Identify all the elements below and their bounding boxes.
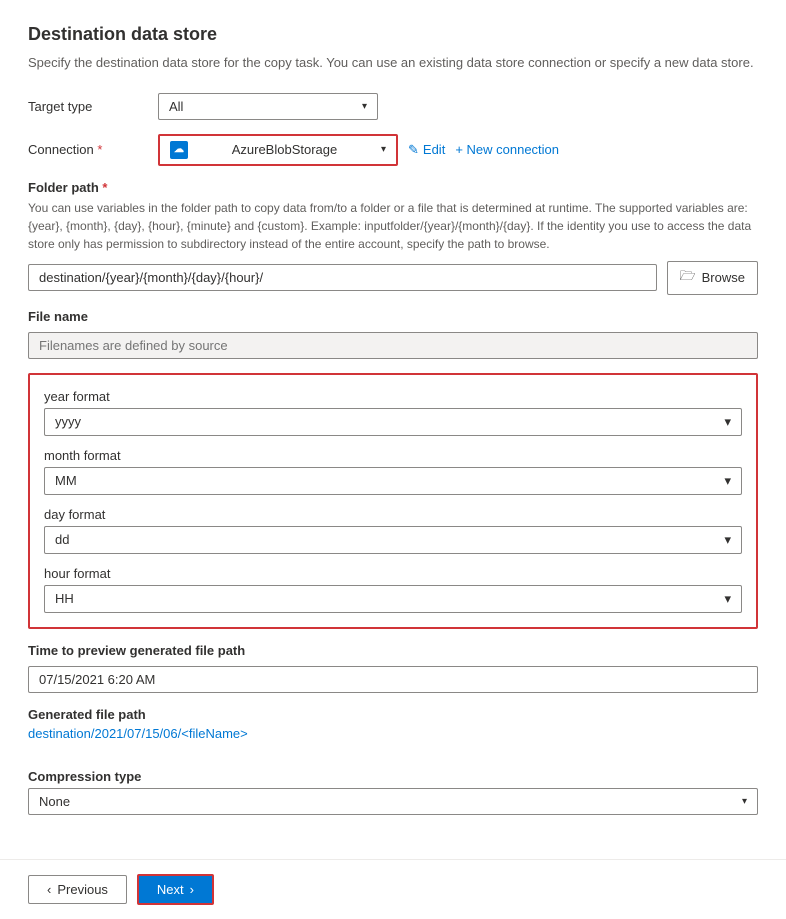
page-subtitle: Specify the destination data store for t… xyxy=(28,53,758,73)
connection-value: AzureBlobStorage xyxy=(232,142,338,157)
connection-chevron-icon: ▾ xyxy=(381,144,386,155)
file-name-label: File name xyxy=(28,309,758,324)
month-format-select[interactable]: MM ▾ xyxy=(44,467,742,495)
year-format-chevron-icon: ▾ xyxy=(724,414,731,430)
target-type-label: Target type xyxy=(28,99,158,114)
compression-type-chevron-icon: ▾ xyxy=(742,796,747,807)
generated-path-value: destination/2021/07/15/06/<fileName> xyxy=(28,726,758,741)
new-connection-link[interactable]: + New connection xyxy=(455,142,559,157)
folder-path-input[interactable] xyxy=(28,264,657,291)
browse-button[interactable]: 🗁 Browse xyxy=(667,261,758,295)
hour-format-label: hour format xyxy=(44,566,742,581)
new-connection-label: + New connection xyxy=(455,142,559,157)
year-format-select[interactable]: yyyy ▾ xyxy=(44,408,742,436)
connection-label: Connection * xyxy=(28,142,158,157)
folder-path-description: You can use variables in the folder path… xyxy=(28,199,758,253)
compression-type-value: None xyxy=(39,794,70,809)
target-type-chevron-icon: ▾ xyxy=(362,101,367,112)
compression-type-label: Compression type xyxy=(28,769,758,784)
edit-icon: ✎ xyxy=(408,142,419,158)
next-chevron-icon: › xyxy=(190,882,194,897)
previous-button[interactable]: ‹ Previous xyxy=(28,875,127,904)
connection-select[interactable]: ☁ AzureBlobStorage ▾ xyxy=(158,134,398,166)
edit-label: Edit xyxy=(423,142,445,157)
next-label: Next xyxy=(157,882,184,897)
time-preview-input[interactable] xyxy=(28,666,758,693)
browse-icon: 🗁 xyxy=(680,267,696,289)
connection-azure-icon: ☁ xyxy=(170,141,188,159)
compression-type-select[interactable]: None ▾ xyxy=(28,788,758,815)
generated-path-label: Generated file path xyxy=(28,707,758,722)
month-format-chevron-icon: ▾ xyxy=(724,473,731,489)
hour-format-value: HH xyxy=(55,591,74,606)
file-name-input[interactable] xyxy=(28,332,758,359)
hour-format-chevron-icon: ▾ xyxy=(724,591,731,607)
edit-link[interactable]: ✎ Edit xyxy=(408,142,445,158)
previous-chevron-icon: ‹ xyxy=(47,882,51,897)
year-format-value: yyyy xyxy=(55,414,81,429)
folder-path-label: Folder path xyxy=(28,180,99,195)
hour-format-select[interactable]: HH ▾ xyxy=(44,585,742,613)
browse-label: Browse xyxy=(702,270,745,285)
target-type-value: All xyxy=(169,99,183,114)
month-format-label: month format xyxy=(44,448,742,463)
day-format-select[interactable]: dd ▾ xyxy=(44,526,742,554)
page-title: Destination data store xyxy=(28,24,758,45)
target-type-select[interactable]: All ▾ xyxy=(158,93,378,120)
year-format-label: year format xyxy=(44,389,742,404)
month-format-value: MM xyxy=(55,473,77,488)
time-preview-label: Time to preview generated file path xyxy=(28,643,758,658)
previous-label: Previous xyxy=(57,882,108,897)
day-format-chevron-icon: ▾ xyxy=(724,532,731,548)
next-button[interactable]: Next › xyxy=(137,874,214,905)
day-format-value: dd xyxy=(55,532,69,547)
day-format-label: day format xyxy=(44,507,742,522)
